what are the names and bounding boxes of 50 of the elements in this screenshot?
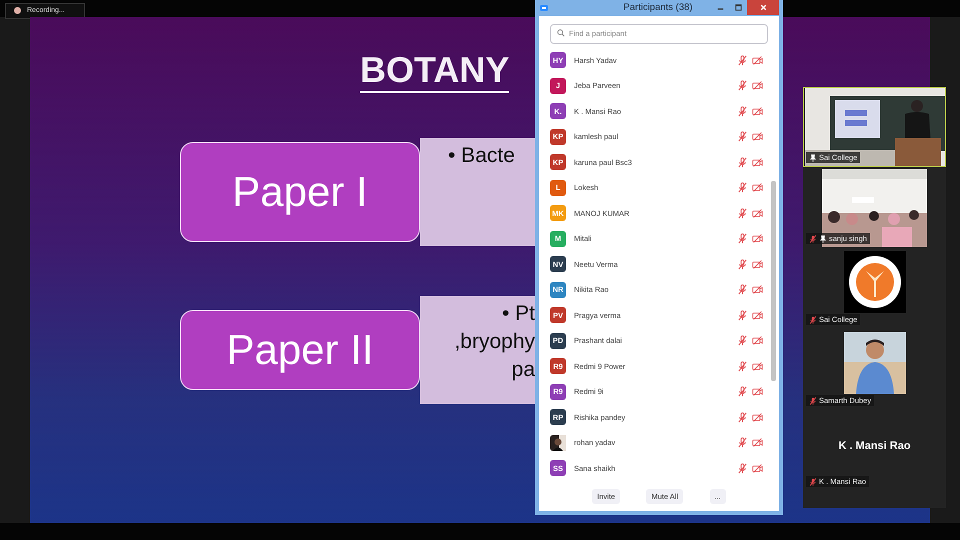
muted-mic-icon[interactable] <box>737 258 748 270</box>
scrollbar[interactable] <box>771 180 776 380</box>
description-text: • Pt <box>502 301 535 327</box>
muted-mic-icon[interactable] <box>737 412 748 423</box>
maximize-icon <box>734 3 742 12</box>
description-text: • Bacte <box>448 143 515 169</box>
muted-mic-icon[interactable] <box>737 360 748 372</box>
window-title: Participants (38) <box>623 2 693 14</box>
paper-box: Paper II <box>180 310 420 390</box>
record-dot-icon <box>14 7 21 14</box>
muted-mic-icon[interactable] <box>737 233 748 244</box>
muted-mic-icon[interactable] <box>737 106 748 117</box>
muted-mic-icon[interactable] <box>737 335 748 346</box>
muted-mic-icon[interactable] <box>737 54 748 66</box>
video-off-icon[interactable] <box>752 208 763 219</box>
app-icon <box>539 2 549 13</box>
search-icon <box>557 28 565 36</box>
close-button[interactable] <box>747 0 779 16</box>
video-off-icon[interactable] <box>752 386 763 398</box>
muted-mic-icon[interactable] <box>737 131 748 142</box>
video-off-icon[interactable] <box>752 80 763 92</box>
muted-mic-icon[interactable] <box>737 310 748 321</box>
participant-name: K . Mansi Rao <box>838 440 911 452</box>
video-off-icon[interactable] <box>752 284 763 296</box>
video-off-icon[interactable] <box>752 310 763 321</box>
video-off-icon[interactable] <box>752 54 763 66</box>
muted-mic-icon[interactable] <box>737 80 748 92</box>
description-text: pa <box>512 357 535 383</box>
video-off-icon[interactable] <box>752 233 763 244</box>
close-icon <box>758 3 768 12</box>
video-off-icon[interactable] <box>752 131 763 142</box>
video-off-icon[interactable] <box>752 335 763 346</box>
video-off-icon[interactable] <box>752 462 763 474</box>
muted-mic-icon[interactable] <box>737 182 748 194</box>
description-text: ,bryophy <box>454 329 535 355</box>
muted-mic-icon[interactable] <box>737 156 748 168</box>
muted-mic-icon[interactable] <box>737 462 748 474</box>
video-off-icon[interactable] <box>752 106 763 117</box>
muted-mic-icon[interactable] <box>737 284 748 296</box>
video-off-icon[interactable] <box>752 437 763 448</box>
video-off-icon[interactable] <box>752 182 763 194</box>
muted-mic-icon[interactable] <box>737 208 748 219</box>
muted-mic-icon[interactable] <box>737 437 748 448</box>
video-off-icon[interactable] <box>752 258 763 270</box>
video-off-icon[interactable] <box>752 156 763 168</box>
muted-mic-icon[interactable] <box>737 386 748 398</box>
paper-box: Paper I <box>180 142 420 242</box>
video-off-icon[interactable] <box>752 360 763 372</box>
video-off-icon[interactable] <box>752 412 763 423</box>
slide-title: BOTANY <box>360 51 510 93</box>
